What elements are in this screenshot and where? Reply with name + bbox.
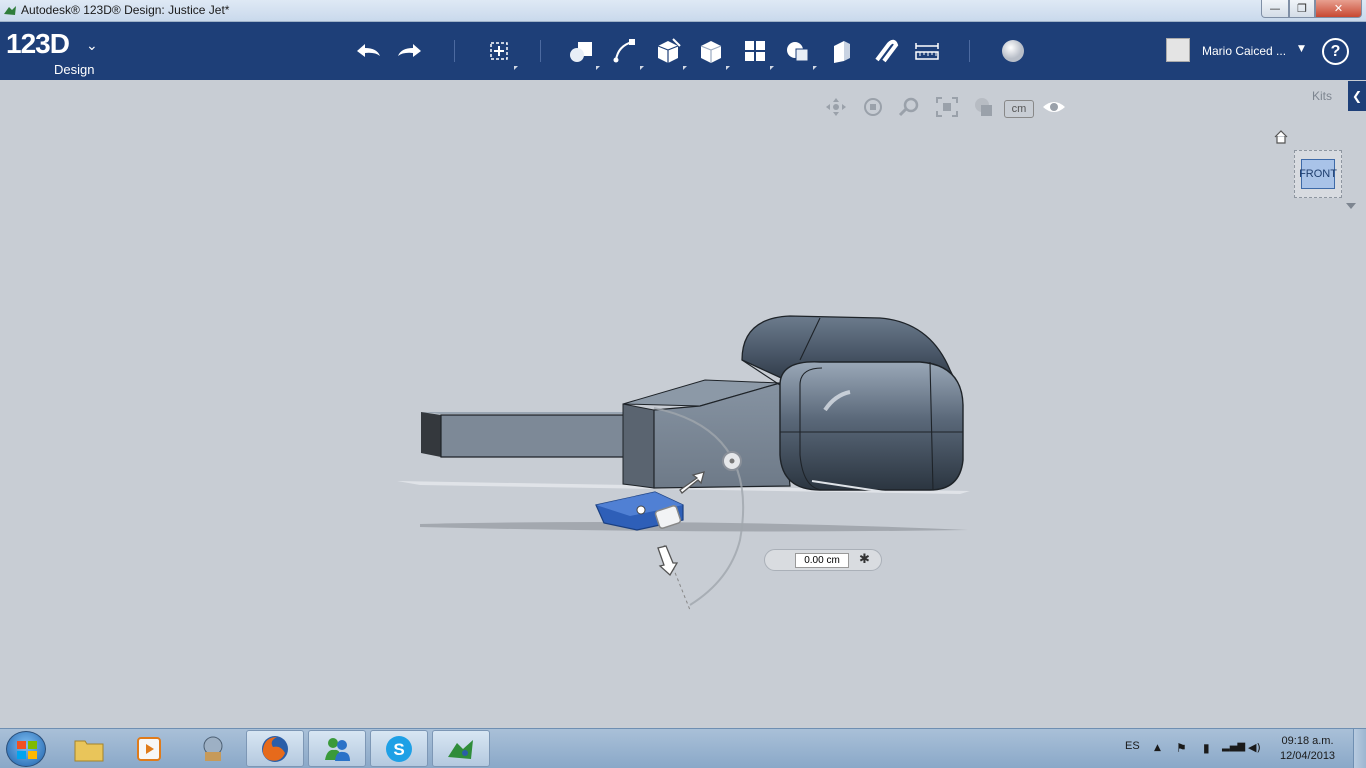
messenger-icon [325, 737, 350, 761]
model-shadow [420, 522, 968, 532]
taskbar-messenger[interactable] [308, 730, 366, 767]
show-desktop-button[interactable] [1353, 729, 1366, 768]
language-indicator[interactable]: ES [1125, 740, 1140, 752]
tail-boom-end [421, 412, 441, 457]
firefox-icon [262, 735, 288, 762]
clock[interactable]: 09:18 a.m. 12/04/2013 [1280, 734, 1335, 764]
dimension-field[interactable] [795, 553, 849, 568]
taskbar-explorer[interactable] [60, 730, 118, 767]
123d-app-icon [448, 739, 473, 759]
taskbar-skype[interactable]: S [370, 730, 428, 767]
move-arrow-down[interactable] [657, 545, 679, 577]
taskbar-media-player[interactable] [120, 730, 178, 767]
taskbar: S ES ▲ ⚑ ▮ ▂▄▆ ◀) 09:18 a.m. 12/04/2013 [0, 728, 1366, 768]
gizmo-origin[interactable] [636, 505, 646, 515]
dimension-input-box: ✱ [764, 549, 882, 571]
fuselage-side [622, 403, 655, 489]
start-button[interactable] [6, 731, 46, 767]
tail-boom-top [421, 412, 650, 414]
volume-icon[interactable]: ◀) [1248, 741, 1261, 754]
taskbar-123d-design[interactable] [432, 730, 490, 767]
media-player-icon [137, 736, 161, 761]
skype-icon: S [386, 735, 412, 762]
taskbar-firefox[interactable] [246, 730, 304, 767]
taskbar-app-3[interactable] [184, 730, 242, 767]
folder-icon [74, 740, 104, 761]
clock-date: 12/04/2013 [1280, 750, 1336, 762]
action-center-icon[interactable]: ⚑ [1176, 741, 1187, 755]
clock-time: 09:18 a.m. [1281, 735, 1334, 747]
windows-logo-icon [17, 741, 37, 759]
tail-boom [440, 414, 649, 458]
svg-text:S: S [393, 740, 404, 759]
tray-expand-icon[interactable]: ▲ [1154, 743, 1161, 753]
model-scene [397, 315, 970, 611]
battery-icon[interactable]: ▮ [1203, 741, 1210, 755]
network-icon[interactable]: ▂▄▆ [1222, 741, 1245, 752]
rotation-handle-dot [729, 458, 735, 464]
game-icon [203, 736, 223, 761]
cockpit [779, 361, 964, 491]
reset-icon[interactable]: ✱ [859, 552, 870, 567]
